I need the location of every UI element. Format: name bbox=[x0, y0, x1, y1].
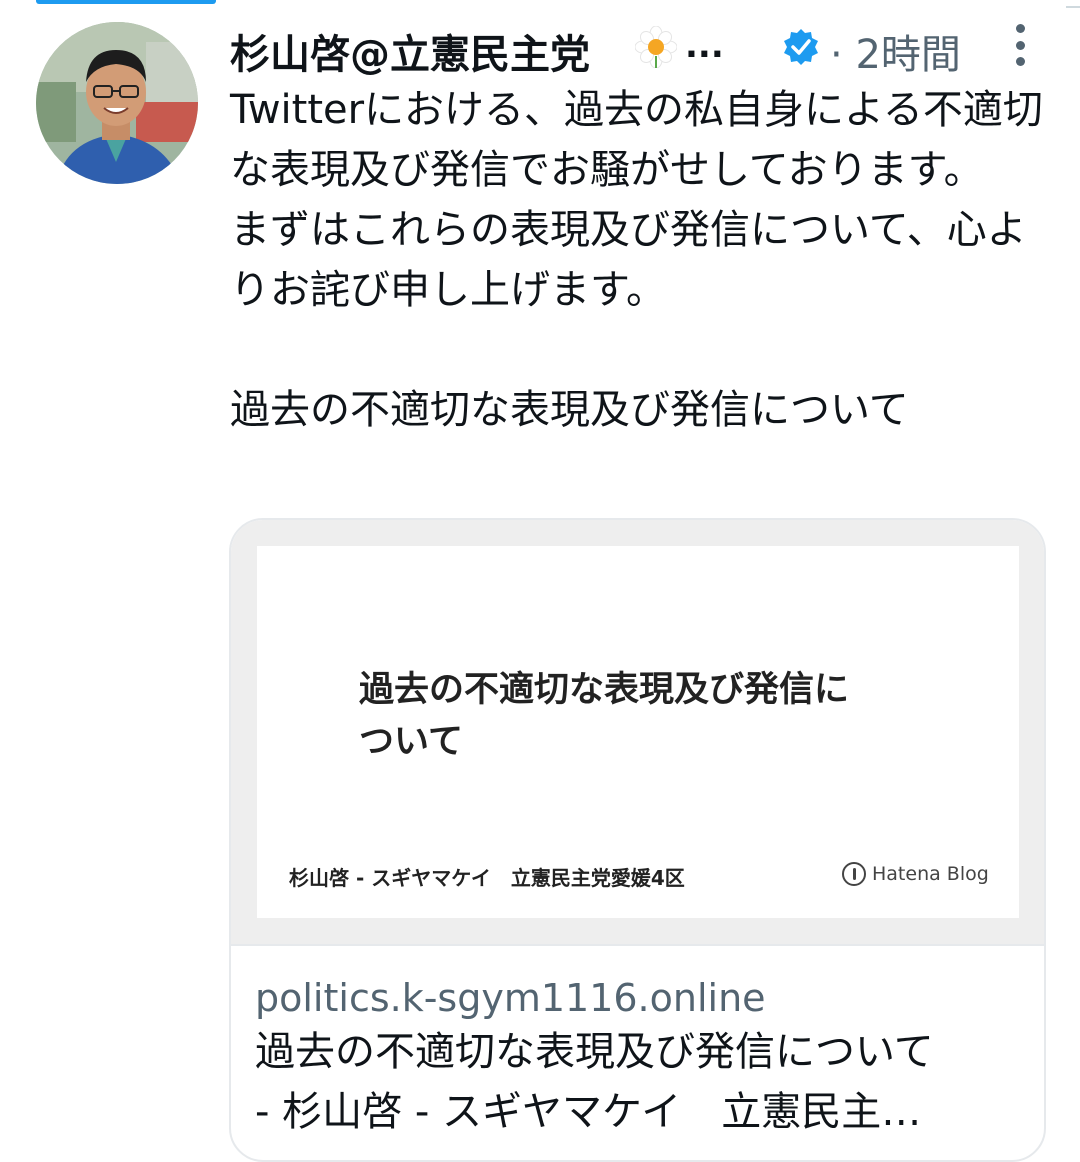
link-card[interactable]: 過去の不適切な表現及び発信に ついて 杉山啓 - スギヤマケイ 立憲民主党愛媛4… bbox=[229, 518, 1046, 1162]
card-title: 過去の不適切な表現及び発信について - 杉山啓 - スギヤマケイ 立憲民主… bbox=[255, 1022, 1025, 1142]
display-name[interactable]: 杉山啓@立憲民主党 bbox=[230, 22, 630, 80]
card-image: 過去の不適切な表現及び発信に ついて 杉山啓 - スギヤマケイ 立憲民主党愛媛4… bbox=[231, 520, 1044, 946]
card-image-site-name: 杉山啓 - スギヤマケイ 立憲民主党愛媛4区 bbox=[289, 866, 685, 890]
flower-emoji-icon bbox=[635, 26, 677, 68]
time-separator: · bbox=[830, 32, 843, 78]
tweet-timestamp[interactable]: · 2時間 bbox=[830, 22, 961, 80]
card-domain: politics.k-sgym1116.online bbox=[255, 976, 766, 1020]
card-title-line-2: - 杉山啓 - スギヤマケイ 立憲民主… bbox=[255, 1089, 922, 1135]
hatena-blog-logo: Hatena Blog bbox=[842, 860, 989, 888]
tweet-header: 杉山啓@立憲民主党 ... · 2時間 bbox=[230, 18, 1050, 78]
card-image-title: 過去の不適切な表現及び発信に ついて bbox=[359, 670, 850, 762]
scroll-indicator bbox=[1066, 6, 1080, 8]
card-title-line-1: 過去の不適切な表現及び発信について bbox=[255, 1029, 934, 1075]
verified-badge-icon bbox=[784, 29, 818, 65]
hatena-blog-icon bbox=[842, 862, 866, 886]
name-ellipsis: ... bbox=[685, 26, 724, 66]
tweet-body: Twitterにおける、過去の私自身による不適切な表現及び発信でお騒がせしており… bbox=[230, 87, 1043, 433]
hatena-blog-label: Hatena Blog bbox=[872, 863, 989, 885]
time-text: 2時間 bbox=[855, 32, 961, 78]
avatar[interactable] bbox=[36, 22, 198, 184]
tab-indicator bbox=[36, 0, 216, 4]
more-options-icon[interactable] bbox=[1010, 24, 1030, 66]
card-image-canvas: 過去の不適切な表現及び発信に ついて 杉山啓 - スギヤマケイ 立憲民主党愛媛4… bbox=[257, 546, 1019, 918]
